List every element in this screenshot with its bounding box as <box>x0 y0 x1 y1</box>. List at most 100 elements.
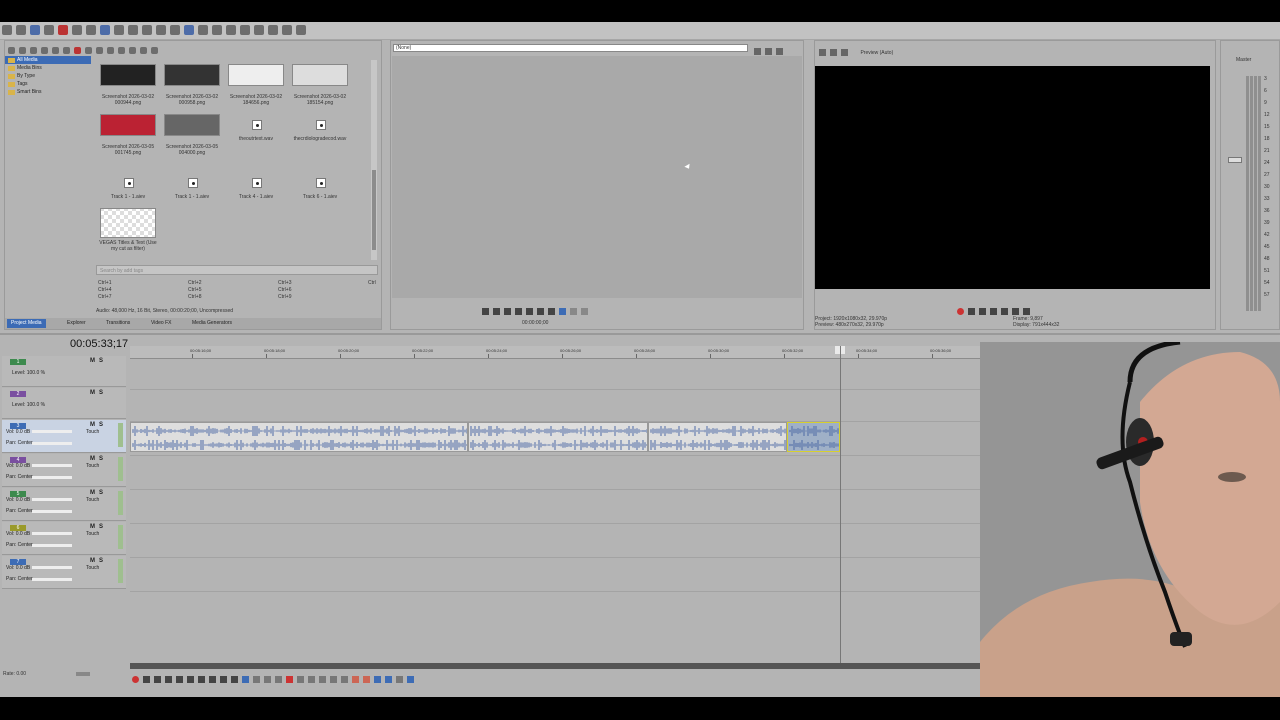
media-tool-icon-7[interactable] <box>85 47 92 54</box>
tree-item-media-bins[interactable]: Media Bins <box>5 64 91 72</box>
help-icon[interactable] <box>100 25 110 35</box>
tree-item-smart-bins[interactable]: Smart Bins <box>5 88 91 96</box>
mute-button[interactable]: M <box>90 422 95 428</box>
audio-file-icon[interactable] <box>188 178 198 188</box>
track-mute-solo-buttons[interactable]: MS <box>90 558 107 564</box>
media-tool-icon-6[interactable] <box>74 47 81 54</box>
preview-pause-icon[interactable] <box>990 308 997 316</box>
trimmer-options-icon[interactable] <box>765 48 772 56</box>
media-tool-icon-4[interactable] <box>52 47 59 54</box>
media-thumbnail[interactable] <box>100 64 156 86</box>
audio-clip-1[interactable] <box>130 422 468 452</box>
media-tool-icon-2[interactable] <box>30 47 37 54</box>
selection-tool-icon[interactable] <box>264 676 271 684</box>
timeline-play-icon[interactable] <box>165 676 172 684</box>
save-icon-10[interactable] <box>142 25 152 35</box>
track-pan-slider[interactable] <box>32 510 72 513</box>
snapping-icon[interactable] <box>374 676 381 684</box>
track-pan-slider[interactable] <box>32 442 72 445</box>
ripple-edit-icon[interactable] <box>396 676 403 684</box>
new-icon-16[interactable] <box>226 25 236 35</box>
audio-file-icon[interactable] <box>124 178 134 188</box>
new-icon-8[interactable] <box>114 25 124 35</box>
track-mute-solo-buttons[interactable]: MS <box>90 390 107 396</box>
open-icon[interactable] <box>16 25 26 35</box>
solo-button[interactable]: S <box>99 524 103 530</box>
media-thumbnail[interactable] <box>292 64 348 86</box>
play-icon-2[interactable] <box>504 308 511 316</box>
track-volume-slider[interactable] <box>32 566 72 569</box>
audio-clip-3[interactable] <box>648 422 787 452</box>
track-header-5[interactable]: 5 M S Vol: 0.0 dB Pan: Center Touch <box>2 488 126 521</box>
track-mute-solo-buttons[interactable]: MS <box>90 422 107 428</box>
tree-item-by-type[interactable]: By Type <box>5 72 91 80</box>
media-thumbnail[interactable] <box>100 114 156 136</box>
next-frame-icon[interactable] <box>548 308 555 316</box>
redo-icon[interactable] <box>72 25 82 35</box>
trimmer-source-dropdown[interactable]: (None) <box>393 44 748 52</box>
track-header-7[interactable]: 7 M S Vol: 0.0 dB Pan: Center Touch <box>2 556 126 589</box>
solo-button[interactable]: S <box>99 390 103 396</box>
track-lane[interactable] <box>130 456 980 490</box>
help-icon-15[interactable] <box>212 25 222 35</box>
tag-search-input[interactable]: Search by add tags <box>96 265 378 275</box>
tab-explorer[interactable]: Explorer <box>63 319 90 328</box>
preview-loop-icon[interactable] <box>968 308 975 316</box>
timeline-stop-icon[interactable] <box>187 676 194 684</box>
tab-media-generators[interactable]: Media Generators <box>188 319 236 328</box>
lock-envelopes-icon[interactable] <box>407 676 414 684</box>
loop-icon[interactable] <box>482 308 489 316</box>
timeline-start-icon[interactable] <box>198 676 205 684</box>
tab-video-fx[interactable]: Video FX <box>147 319 175 328</box>
generated-media-thumbnail[interactable] <box>100 208 156 238</box>
open-icon-9[interactable] <box>128 25 138 35</box>
audio-file-icon[interactable] <box>316 178 326 188</box>
timeline-loop-icon[interactable] <box>143 676 150 684</box>
zoom-tool-icon[interactable] <box>275 676 282 684</box>
normal-edit-tool-icon[interactable] <box>242 676 249 684</box>
timeline-next-frame-icon[interactable] <box>231 676 238 684</box>
add-to-timeline-icon[interactable] <box>559 308 566 316</box>
audio-file-icon[interactable] <box>252 178 262 188</box>
media-tool-icon-10[interactable] <box>118 47 125 54</box>
render-icon-19[interactable] <box>268 25 278 35</box>
solo-button[interactable]: S <box>99 358 103 364</box>
media-tool-icon-13[interactable] <box>151 47 158 54</box>
split-icon[interactable] <box>330 676 337 684</box>
track-mute-solo-buttons[interactable]: MS <box>90 490 107 496</box>
cursor-icon[interactable] <box>86 25 96 35</box>
auto-crossfade-icon[interactable] <box>385 676 392 684</box>
stop-icon[interactable] <box>526 308 533 316</box>
delete-icon[interactable] <box>286 676 293 684</box>
trimmer-add-icon[interactable] <box>754 48 761 56</box>
track-volume-slider[interactable] <box>32 464 72 467</box>
envelope-tool-icon[interactable] <box>253 676 260 684</box>
tab-project-media[interactable]: Project Media <box>7 319 46 328</box>
solo-button[interactable]: S <box>99 490 103 496</box>
track-pan-slider[interactable] <box>32 578 72 581</box>
track-header-2[interactable]: 2 M S Level: 100.0 % <box>2 388 126 419</box>
preview-overlay-icon[interactable] <box>841 49 848 57</box>
preview-play-icon[interactable] <box>979 308 986 316</box>
track-header-6[interactable]: 6 M S Vol: 0.0 dB Pan: Center Touch <box>2 522 126 555</box>
media-thumbnail[interactable] <box>164 64 220 86</box>
track-mute-solo-buttons[interactable]: MS <box>90 456 107 462</box>
track-mute-solo-buttons[interactable]: MS <box>90 358 107 364</box>
timeline-scrollbar[interactable] <box>130 663 980 669</box>
track-volume-slider[interactable] <box>32 532 72 535</box>
play-icon[interactable] <box>493 308 500 316</box>
track-lane[interactable] <box>130 390 980 422</box>
solo-button[interactable]: S <box>99 558 103 564</box>
undo-icon-20[interactable] <box>282 25 292 35</box>
media-tool-icon-9[interactable] <box>107 47 114 54</box>
preview-settings-icon[interactable] <box>819 49 826 57</box>
media-scrollbar[interactable] <box>371 60 377 260</box>
track-mute-solo-buttons[interactable]: MS <box>90 524 107 530</box>
prev-frame-icon[interactable] <box>537 308 544 316</box>
track-pan-slider[interactable] <box>32 476 72 479</box>
media-thumbnail[interactable] <box>164 114 220 136</box>
trim-start-icon[interactable] <box>308 676 315 684</box>
timeline-prev-frame-icon[interactable] <box>220 676 227 684</box>
media-tool-icon-11[interactable] <box>129 47 136 54</box>
timeline-end-icon[interactable] <box>209 676 216 684</box>
